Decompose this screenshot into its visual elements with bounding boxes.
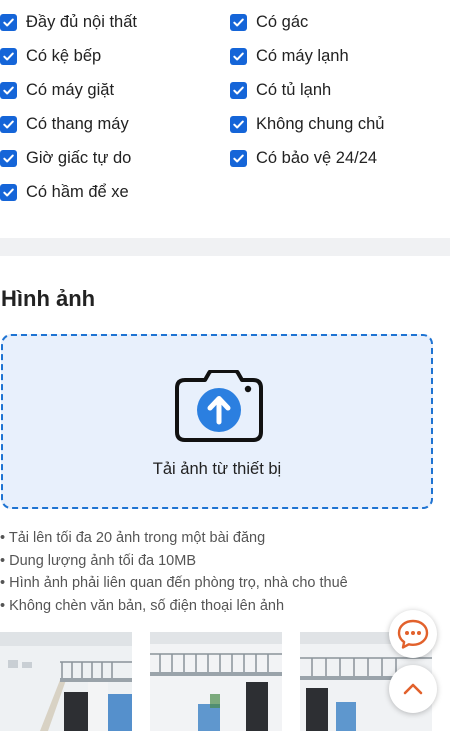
image-upload-dropzone[interactable]: Tải ảnh từ thiết bị (1, 334, 433, 509)
amenity-air-conditioner[interactable]: Có máy lạnh (230, 44, 349, 68)
upload-label: Tải ảnh từ thiết bị (152, 460, 282, 478)
checkbox-checked[interactable] (0, 47, 17, 65)
amenity-label: Có máy lạnh (256, 46, 349, 65)
amenity-no-landlord[interactable]: Không chung chủ (230, 112, 384, 136)
upload-rule: Hình ảnh phải liên quan đến phòng trọ, n… (0, 572, 348, 595)
chevron-up-icon (403, 683, 423, 695)
checkbox-checked[interactable] (0, 81, 17, 99)
upload-rules-list: Tải lên tối đa 20 ảnh trong một bài đăng… (0, 527, 348, 617)
check-icon (3, 154, 14, 162)
check-icon (233, 52, 244, 60)
check-icon (3, 86, 14, 94)
amenity-label: Đầy đủ nội thất (26, 12, 137, 31)
amenity-washing-machine[interactable]: Có máy giặt (0, 78, 114, 102)
checkbox-checked[interactable] (230, 81, 247, 99)
checkbox-checked[interactable] (0, 183, 17, 201)
amenity-loft[interactable]: Có gác (230, 10, 308, 34)
amenity-security-24-7[interactable]: Có bảo vệ 24/24 (230, 146, 377, 170)
amenity-parking-basement[interactable]: Có hầm để xe (0, 180, 129, 204)
checkbox-checked[interactable] (230, 47, 247, 65)
uploaded-photo-thumbnail[interactable] (150, 632, 282, 731)
check-icon (3, 188, 14, 196)
check-icon (3, 120, 14, 128)
room-photo (150, 632, 282, 731)
checkbox-checked[interactable] (230, 115, 247, 133)
check-icon (233, 154, 244, 162)
check-icon (3, 18, 14, 26)
amenity-label: Có tủ lạnh (256, 80, 332, 99)
uploaded-photo-thumbnail[interactable] (0, 632, 132, 731)
amenities-checklist: Đầy đủ nội thất Có gác Có kệ bếp Có máy … (0, 0, 450, 238)
upload-rule: Không chèn văn bản, số điện thoại lên ản… (0, 595, 348, 618)
amenity-label: Có bảo vệ 24/24 (256, 148, 378, 167)
amenity-kitchen-shelf[interactable]: Có kệ bếp (0, 44, 101, 68)
chat-icon (397, 619, 429, 649)
check-icon (233, 120, 244, 128)
room-photo (0, 632, 132, 731)
chat-button[interactable] (389, 610, 437, 658)
upload-rule: Dung lượng ảnh tối đa 10MB (0, 550, 348, 573)
amenity-elevator[interactable]: Có thang máy (0, 112, 129, 136)
check-icon (233, 18, 244, 26)
amenity-fridge[interactable]: Có tủ lạnh (230, 78, 331, 102)
amenity-label: Giờ giấc tự do (26, 148, 132, 167)
check-icon (3, 52, 14, 60)
scroll-to-top-button[interactable] (389, 665, 437, 713)
camera-upload-icon (175, 370, 263, 442)
section-divider (0, 238, 450, 256)
amenity-label: Có gác (256, 12, 309, 31)
checkbox-checked[interactable] (0, 13, 17, 31)
checkbox-checked[interactable] (0, 115, 17, 133)
checkbox-checked[interactable] (230, 149, 247, 167)
amenity-full-furniture[interactable]: Đầy đủ nội thất (0, 10, 137, 34)
check-icon (233, 86, 244, 94)
checkbox-checked[interactable] (0, 149, 17, 167)
amenity-label: Có máy giặt (26, 80, 115, 99)
images-section-title: Hình ảnh (1, 286, 96, 311)
upload-rule: Tải lên tối đa 20 ảnh trong một bài đăng (0, 527, 348, 550)
amenity-label: Có hầm để xe (26, 182, 129, 201)
amenity-free-hours[interactable]: Giờ giấc tự do (0, 146, 131, 170)
checkbox-checked[interactable] (230, 13, 247, 31)
amenity-label: Không chung chủ (256, 114, 385, 133)
amenity-label: Có kệ bếp (26, 46, 102, 65)
amenity-label: Có thang máy (26, 114, 129, 133)
